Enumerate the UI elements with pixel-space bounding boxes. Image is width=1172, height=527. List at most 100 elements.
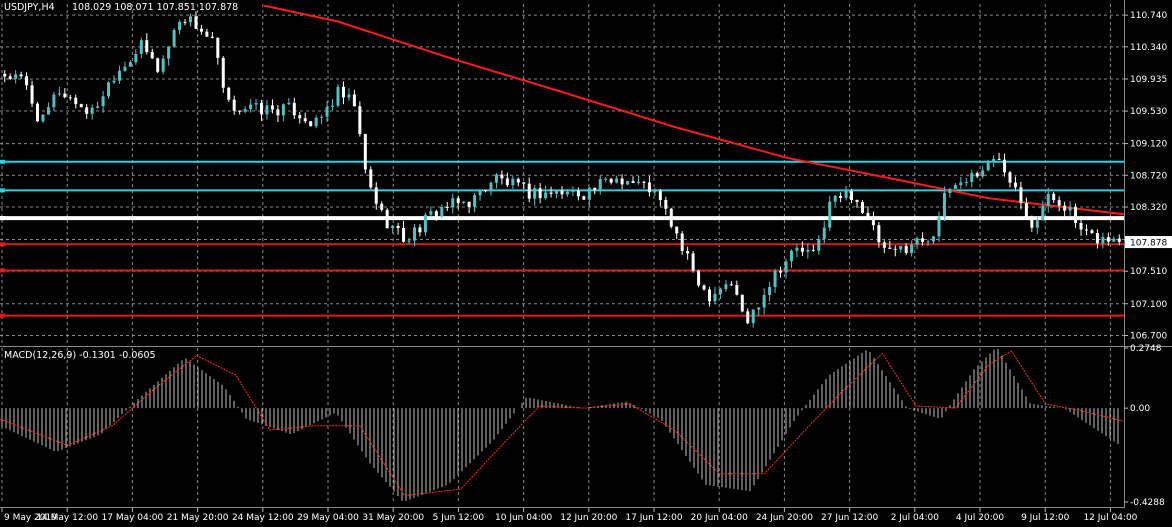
candle-190 [1041, 200, 1045, 221]
candle-34 [188, 13, 192, 27]
candle-14 [79, 103, 83, 108]
candle-10 [57, 86, 61, 97]
candle-51 [281, 103, 285, 122]
candle-39 [216, 37, 220, 65]
candle-112 [615, 175, 619, 184]
candle-48 [265, 100, 269, 120]
candle-2 [14, 69, 18, 84]
candle-26 [145, 33, 149, 55]
candle-116 [636, 176, 640, 185]
candle-31 [172, 28, 176, 48]
macd-tick-label-2: -0.4288 [1130, 498, 1165, 508]
candle-102 [560, 186, 564, 199]
candle-3 [19, 71, 23, 79]
candle-134 [735, 280, 739, 296]
candle-159 [871, 211, 875, 231]
macd-signal-line [0, 350, 1125, 497]
candle-15 [85, 104, 89, 119]
candle-78 [429, 206, 433, 217]
candle-62 [341, 81, 345, 105]
candle-130 [713, 286, 717, 305]
candle-6 [36, 101, 40, 122]
time-tick-label-6: 31 May 20:00 [362, 513, 424, 523]
level-marker-1 [0, 188, 5, 193]
candle-70 [385, 208, 389, 229]
candle-24 [134, 49, 138, 65]
time-tick-label-7: 5 Jun 12:00 [433, 513, 485, 523]
candle-192 [1052, 191, 1056, 203]
price-tick-label-2: 109.935 [1130, 75, 1167, 85]
candle-125 [686, 246, 690, 260]
candle-119 [653, 188, 657, 196]
candle-99 [544, 185, 548, 200]
time-tick-label-16: 9 Jul 12:00 [1021, 513, 1070, 523]
candle-87 [478, 189, 482, 201]
candle-104 [571, 186, 575, 196]
candle-187 [1024, 197, 1028, 219]
candle-173 [948, 188, 952, 198]
time-tick-label-11: 20 Jun 04:00 [691, 513, 748, 523]
price-tick-label-5: 108.720 [1130, 171, 1167, 181]
time-tick-label-1: 14 May 12:00 [36, 513, 98, 523]
candle-154 [844, 185, 848, 201]
candle-137 [751, 309, 755, 328]
candle-21 [117, 65, 121, 84]
price-chart[interactable]: 110.740 110.340 109.935 109.530 109.120 108.7… [0, 0, 1172, 527]
candle-22 [123, 61, 127, 72]
time-tick-label-3: 21 May 20:00 [167, 513, 229, 523]
candle-203 [1112, 236, 1116, 243]
candle-131 [718, 287, 722, 299]
candle-110 [604, 177, 608, 183]
candle-123 [675, 226, 679, 240]
candle-181 [992, 155, 996, 167]
time-tick-label-13: 27 Jun 12:00 [821, 513, 878, 523]
candle-54 [298, 112, 302, 124]
candle-140 [768, 281, 772, 302]
candle-151 [828, 195, 832, 232]
candle-96 [527, 177, 531, 203]
candle-183 [1003, 153, 1007, 177]
candle-8 [46, 102, 50, 115]
time-tick-label-9: 12 Jun 20:00 [560, 513, 617, 523]
candle-9 [52, 91, 56, 112]
candle-101 [555, 189, 559, 199]
time-tick-label-12: 24 Jun 20:00 [756, 513, 813, 523]
candle-90 [494, 173, 498, 189]
time-tick-label-10: 17 Jun 12:00 [625, 513, 682, 523]
candle-91 [500, 170, 504, 185]
macd-tick-label-0: 0.2748 [1130, 344, 1162, 354]
price-tick-label-0: 110.740 [1130, 11, 1167, 21]
candle-166 [910, 240, 914, 257]
candle-185 [1013, 176, 1017, 192]
candle-163 [893, 245, 897, 257]
candle-199 [1090, 228, 1094, 235]
time-tick-label-2: 17 May 04:00 [102, 513, 164, 523]
candle-93 [511, 175, 515, 189]
candle-143 [784, 258, 788, 279]
candle-28 [156, 57, 160, 73]
candle-144 [789, 249, 793, 269]
candle-43 [238, 110, 242, 115]
candle-68 [374, 182, 378, 210]
candle-107 [587, 186, 591, 207]
candle-29 [161, 55, 165, 75]
candle-84 [462, 201, 466, 205]
candle-128 [702, 284, 706, 291]
candle-161 [882, 240, 886, 254]
candle-141 [773, 268, 777, 294]
candle-186 [1019, 181, 1023, 210]
candle-167 [915, 236, 919, 250]
price-tick-label-4: 109.120 [1130, 140, 1167, 150]
candle-72 [396, 222, 400, 235]
candle-32 [178, 19, 182, 35]
candlesticks [3, 11, 1121, 328]
candle-184 [1008, 171, 1012, 188]
candle-42 [232, 95, 236, 115]
candle-97 [533, 184, 537, 206]
candle-138 [757, 306, 761, 316]
candle-75 [412, 223, 416, 247]
candle-82 [451, 193, 455, 214]
candle-0 [3, 70, 7, 83]
candle-142 [779, 266, 783, 278]
candle-94 [516, 177, 520, 187]
